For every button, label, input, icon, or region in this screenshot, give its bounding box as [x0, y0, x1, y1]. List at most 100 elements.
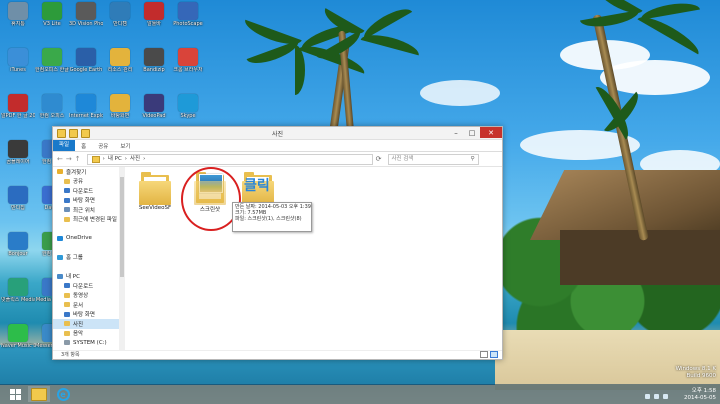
clock[interactable]: 오후 1:58 2014-05-05	[684, 388, 716, 402]
desktop-icon-media-center[interactable]: 넷플릭스 Media Center	[1, 278, 35, 303]
desktop-icon-label: iTunes	[10, 67, 26, 73]
altoolbar-icon	[144, 2, 164, 20]
minimize-button[interactable]: –	[448, 127, 464, 138]
photoscape-icon	[178, 2, 198, 20]
desktop-icon-skype[interactable]: Skype	[171, 94, 205, 119]
nav-item[interactable]: 즐겨찾기	[53, 167, 121, 177]
nav-item[interactable]: OneDrive	[53, 234, 121, 244]
desktop-icon-bonjour[interactable]: Bonjour	[1, 232, 35, 257]
tray-arrow-icon[interactable]	[645, 394, 650, 399]
maximize-button[interactable]: □	[464, 127, 480, 138]
refresh-icon[interactable]: ⟳	[376, 155, 382, 163]
desktop-icon-hancom-office[interactable]: 한컴 오피스	[35, 94, 69, 119]
desktop-icon-label: 3D Vision Photo Viewer	[69, 21, 103, 27]
nav-item[interactable]: 문서	[53, 300, 121, 310]
desktop-icon-label: 한컴 오피스	[39, 113, 65, 119]
hancom-icon	[42, 48, 62, 66]
large-icons-view-icon[interactable]	[490, 351, 498, 358]
item-count: 3개 항목	[61, 352, 80, 358]
download-icon	[64, 283, 70, 289]
title-bar[interactable]: 사진 – □ ✕	[53, 127, 502, 140]
desktop-icon-desktop-folder[interactable]: 바탕화면	[103, 94, 137, 119]
nav-item[interactable]: 바탕 화면	[53, 310, 121, 320]
desktop-icon-gomplayer[interactable]: 곰플레이어	[1, 140, 35, 165]
desktop-icon-alpdf[interactable]: 알PDF 한 글 2010	[1, 94, 35, 119]
nav-item[interactable]: 다운로드	[53, 186, 121, 196]
nav-item[interactable]: 홈 그룹	[53, 253, 121, 263]
desktop-icon-resource-folder[interactable]: 리소스 관리	[103, 48, 137, 73]
details-view-icon[interactable]	[480, 351, 488, 358]
nav-item[interactable]: 동영상	[53, 291, 121, 301]
tab-file[interactable]: 파일	[53, 140, 76, 151]
desktop-icon	[64, 311, 70, 317]
forward-button[interactable]: →	[66, 155, 72, 163]
onedrive-icon	[57, 235, 63, 241]
desktop-icon-videopad[interactable]: VideoPad	[137, 94, 171, 119]
nav-item[interactable]: SYSTEM (C:)	[53, 338, 121, 348]
search-input[interactable]: 사진 검색 ⚲	[387, 153, 479, 165]
desktop-icon-ie[interactable]: Internet Explorer	[69, 94, 103, 119]
nav-item[interactable]: 다운로드	[53, 281, 121, 291]
address-bar[interactable]: › 내 PC › 사진 ›	[86, 153, 373, 165]
back-button[interactable]: ←	[57, 155, 63, 163]
nav-scrollbar[interactable]	[119, 167, 125, 351]
desktop-icon-chrome[interactable]: 크롬 브라우저	[171, 48, 205, 73]
nav-item-label: 바탕 화면	[73, 198, 95, 205]
media-center-icon	[8, 278, 28, 296]
nav-item[interactable]: 사진	[53, 319, 121, 329]
folder-tooltip: 만든 날짜: 2014-05-03 오후 1:39 크기: 7.57MB 파일:…	[232, 202, 312, 232]
ie-icon: e	[56, 387, 70, 401]
desktop-icon-label: 휴지통	[11, 21, 25, 27]
desktop-icon-3d-vision[interactable]: 3D Vision Photo Viewer	[69, 2, 103, 27]
nav-item[interactable]: 음악	[53, 329, 121, 339]
nav-item[interactable]: 최근 위치	[53, 205, 121, 215]
desktop-icon-photoscape[interactable]: PhotoScape	[171, 2, 205, 27]
breadcrumb-pictures[interactable]: 사진	[130, 155, 140, 164]
tab-share[interactable]: 공유	[92, 142, 114, 150]
breadcrumb-pc[interactable]: 내 PC	[108, 155, 122, 164]
share-folder-icon	[64, 178, 70, 184]
desktop-icon-naver-music[interactable]: Naver Music Download	[1, 324, 35, 349]
volume-icon[interactable]	[663, 394, 668, 399]
desktop-icon-label: 크롬 브라우저	[173, 67, 203, 73]
up-button[interactable]: ↑	[75, 155, 81, 163]
desktop-icon-hancom[interactable]: 한컴오피스 한글 2010	[35, 48, 69, 73]
alpdf-icon	[8, 94, 28, 112]
network-icon[interactable]	[654, 394, 659, 399]
nav-item-label: 최근 위치	[73, 207, 95, 214]
tab-home[interactable]: 홈	[75, 142, 92, 150]
nav-item[interactable]: 최근에 변경된 파일	[53, 215, 121, 225]
nav-item[interactable]: 공유	[53, 177, 121, 187]
desktop-icon-altoolbar[interactable]: 알툴바	[137, 2, 171, 27]
taskbar-internet-explorer[interactable]: e	[52, 386, 74, 402]
nav-item[interactable]: 내 PC	[53, 272, 121, 282]
nav-item-label: 내 PC	[66, 274, 80, 281]
start-button[interactable]	[4, 386, 26, 402]
desktop-icon-label: Internet Explorer	[69, 113, 103, 119]
nav-item-label: SYSTEM (C:)	[73, 339, 107, 346]
desktop-icon-google-earth[interactable]: Google Earth	[69, 48, 103, 73]
v3-lite-icon	[42, 2, 62, 20]
taskbar: e 오후 1:58 2014-05-05	[0, 384, 720, 404]
close-button[interactable]: ✕	[480, 127, 502, 138]
bandizip2-icon	[8, 186, 28, 204]
nav-item-label: 문서	[73, 302, 84, 309]
desktop-icon-v3-lite[interactable]: V3 Lite	[35, 2, 69, 27]
file-explorer-icon	[31, 387, 47, 401]
homegroup-icon	[57, 254, 63, 260]
desktop-icon-recycle-bin[interactable]: 휴지통	[1, 2, 35, 27]
windows-watermark: Windows 8.1 K Build 9600	[675, 366, 716, 379]
file-item[interactable]: SeeVideoSF	[135, 171, 175, 211]
chrome-icon	[178, 48, 198, 66]
music-icon	[64, 330, 70, 336]
desktop-icon-bandizip[interactable]: Bandizip	[137, 48, 171, 73]
desktop-icon-bandizip2[interactable]: 반디집	[1, 186, 35, 211]
3d-vision-icon	[76, 2, 96, 20]
desktop-icon-itunes[interactable]: iTunes	[1, 48, 35, 73]
nav-item[interactable]: 바탕 화면	[53, 196, 121, 206]
tab-view[interactable]: 보기	[114, 142, 136, 150]
nav-item-label: 즐겨찾기	[66, 169, 87, 176]
taskbar-file-explorer[interactable]	[28, 386, 50, 402]
ribbon-tabs: 파일 홈 공유 보기	[53, 140, 502, 152]
desktop-icon-bandicam[interactable]: 반디캠	[103, 2, 137, 27]
